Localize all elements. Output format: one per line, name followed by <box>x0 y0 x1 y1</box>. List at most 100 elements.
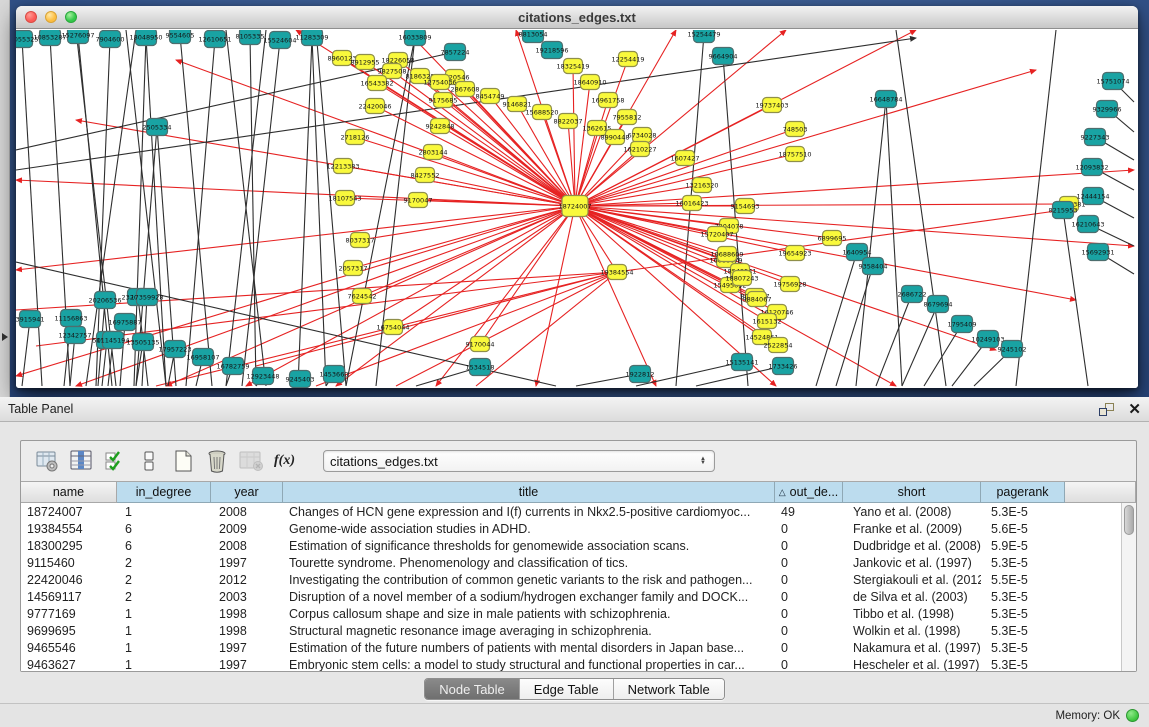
network-node-label: 10249103 <box>971 335 1004 343</box>
deselect-rows-icon[interactable] <box>135 448 162 475</box>
column-visibility-icon[interactable] <box>67 448 94 475</box>
table-row[interactable]: 1830029562008Estimation of significance … <box>21 537 1121 554</box>
cell-title: Estimation of significance thresholds fo… <box>283 539 775 553</box>
tab-edge-table[interactable]: Edge Table <box>520 679 614 699</box>
network-node-label: 9170047 <box>404 196 433 204</box>
network-canvas[interactable]: 1872400719384554896012389129551822605898… <box>16 30 1138 388</box>
network-node-label: 9664904 <box>709 52 738 60</box>
network-node-label: 2686722 <box>898 290 927 298</box>
cell-in_degree: 1 <box>117 607 211 621</box>
function-builder-icon[interactable]: f(x) <box>271 448 298 475</box>
network-node-label: 15276097 <box>61 31 94 39</box>
cell-pagerank: 5.3E-5 <box>981 590 1065 604</box>
cell-out_de...: 0 <box>775 573 843 587</box>
zoom-window-button[interactable] <box>65 11 77 23</box>
cell-out_de...: 0 <box>775 624 843 638</box>
close-panel-icon[interactable]: ✕ <box>1128 402 1141 417</box>
network-window[interactable]: citations_edges.txt 18724007193845548960… <box>16 6 1138 388</box>
cell-short: de Silva et al. (2003) <box>843 590 981 604</box>
network-node-label: 7857224 <box>441 48 470 56</box>
network-node-label: 18757510 <box>778 150 811 158</box>
column-header-title[interactable]: title <box>283 482 775 503</box>
table-row[interactable]: 911546021997Tourette syndrome. Phenomeno… <box>21 554 1121 571</box>
table-row[interactable]: 1456911722003Disruption of a novel membe… <box>21 588 1121 605</box>
column-header-year[interactable]: year <box>211 482 283 503</box>
column-header-out_de...[interactable]: △out_de... <box>775 482 843 503</box>
table-scrollbar[interactable] <box>1121 503 1136 671</box>
network-node-label: 12254419 <box>611 55 644 63</box>
cell-out_de...: 0 <box>775 590 843 604</box>
network-node-label: 15692931 <box>1081 248 1114 256</box>
tab-node-table[interactable]: Node Table <box>425 679 520 699</box>
network-node-label: 8454749 <box>476 92 505 100</box>
scrollbar-thumb[interactable] <box>1124 505 1134 535</box>
network-node-label: 19737403 <box>755 101 788 109</box>
minimize-window-button[interactable] <box>45 11 57 23</box>
network-node-label: 18724007 <box>558 202 591 210</box>
cell-short: Tibbo et al. (1998) <box>843 607 981 621</box>
network-node-label: 7624542 <box>348 292 377 300</box>
network-node-label: 8990448 <box>601 133 630 141</box>
float-panel-icon[interactable] <box>1099 403 1114 416</box>
new-column-icon[interactable] <box>169 448 196 475</box>
network-node-label: 15135141 <box>725 358 758 366</box>
status-bar: Memory: OK <box>0 703 1149 727</box>
cell-short: Wolkin et al. (1998) <box>843 624 981 638</box>
table-row[interactable]: 2242004622012Investigating the contribut… <box>21 571 1121 588</box>
network-node-label: 16210643 <box>1071 220 1104 228</box>
column-header-pagerank[interactable]: pagerank <box>981 482 1065 503</box>
cell-title: Investigating the contribution of common… <box>283 573 775 587</box>
delete-column-icon[interactable] <box>203 448 230 475</box>
cell-in_degree: 2 <box>117 556 211 570</box>
panel-collapse-arrow-icon[interactable] <box>2 333 8 341</box>
network-node-label: 11156863 <box>54 314 87 322</box>
cell-out_de...: 0 <box>775 607 843 621</box>
cell-year: 1997 <box>211 556 283 570</box>
column-header-in_degree[interactable]: in_degree <box>117 482 211 503</box>
network-node-label: 12093832 <box>1075 163 1108 171</box>
cell-in_degree: 6 <box>117 522 211 536</box>
table-row[interactable]: 946362711997Embryonic stem cells: a mode… <box>21 656 1121 671</box>
table-row[interactable]: 1938455462009Genome-wide association stu… <box>21 520 1121 537</box>
select-rows-icon[interactable] <box>101 448 128 475</box>
network-node-label: 16016423 <box>675 199 708 207</box>
window-title: citations_edges.txt <box>16 10 1138 25</box>
network-node-label: 2057317 <box>339 264 368 272</box>
network-node-label: 1534518 <box>466 363 495 371</box>
table-row[interactable]: 946554611997Estimation of the future num… <box>21 639 1121 656</box>
network-node-label: 17957223 <box>158 345 191 353</box>
column-header-name[interactable]: name <box>21 482 117 503</box>
network-node-label: 9884067 <box>743 295 772 303</box>
table-row[interactable]: 977716911998Corpus callosum shape and si… <box>21 605 1121 622</box>
tab-network-table[interactable]: Network Table <box>614 679 724 699</box>
network-node-label: 12444154 <box>1076 192 1109 200</box>
network-node-label: 16543382 <box>360 79 393 87</box>
cell-in_degree: 1 <box>117 624 211 638</box>
network-node-label: 1922812 <box>626 370 655 378</box>
cell-out_de...: 0 <box>775 539 843 553</box>
memory-status-indicator-icon <box>1126 709 1139 722</box>
network-node-label: 8822037 <box>554 117 583 125</box>
network-node-label: 12610651 <box>198 35 231 43</box>
network-node-label: 16648784 <box>869 95 902 103</box>
network-node-label: 1640954 <box>843 248 872 256</box>
cell-title: Embryonic stem cells: a model to study s… <box>283 658 775 672</box>
node-table: namein_degreeyeartitle△out_de...shortpag… <box>21 481 1136 671</box>
cell-out_de...: 0 <box>775 522 843 536</box>
citation-network-graph[interactable]: 1872400719384554896012389129551822605898… <box>16 30 1136 388</box>
delete-table-icon[interactable] <box>237 448 264 475</box>
network-node-label: 6899695 <box>818 234 847 242</box>
table-row[interactable]: 969969511998Structural magnetic resonanc… <box>21 622 1121 639</box>
table-selector-combobox[interactable]: citations_edges.txt ▲▼ <box>323 450 715 472</box>
column-header-short[interactable]: short <box>843 482 981 503</box>
table-panel: Table Panel ✕ <box>0 397 1149 727</box>
table-panel-title: Table Panel <box>8 402 73 416</box>
cell-title: Changes of HCN gene expression and I(f) … <box>283 505 775 519</box>
table-toolbar: f(x) citations_edges.txt ▲▼ <box>21 441 1136 481</box>
network-node-label: 9245102 <box>998 345 1027 353</box>
close-window-button[interactable] <box>25 11 37 23</box>
cell-pagerank: 5.3E-5 <box>981 658 1065 672</box>
table-mode-icon[interactable] <box>33 448 60 475</box>
table-row[interactable]: 1872400712008Changes of HCN gene express… <box>21 503 1121 520</box>
window-titlebar[interactable]: citations_edges.txt <box>16 6 1138 29</box>
